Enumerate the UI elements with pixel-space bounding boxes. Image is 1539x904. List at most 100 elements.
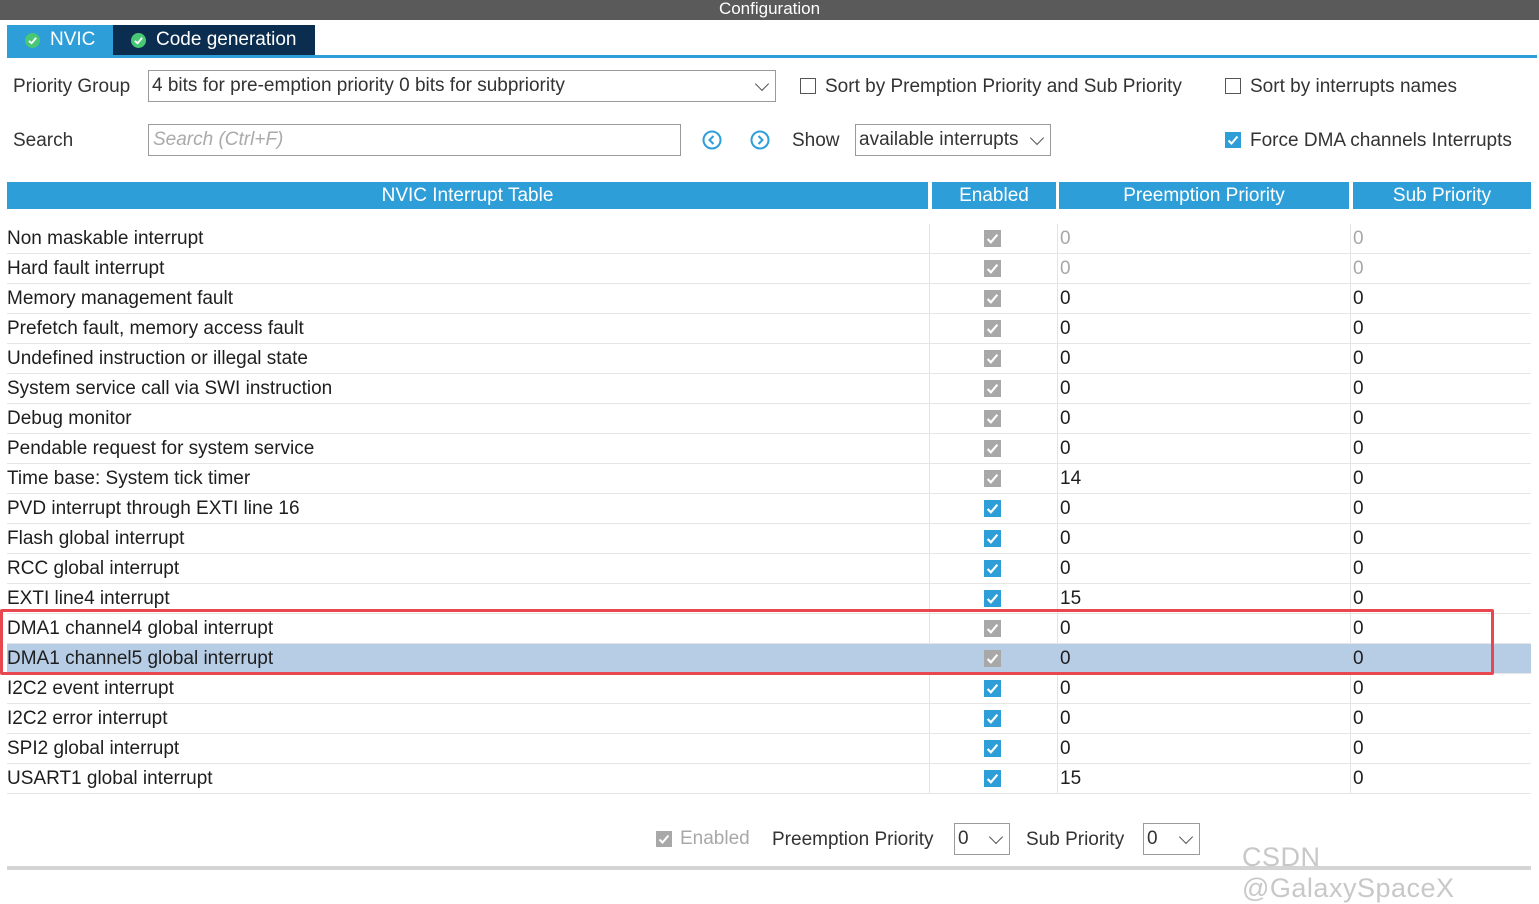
enabled-checkbox[interactable] [984,740,1001,757]
sub-priority-cell[interactable]: 0 [1353,648,1364,670]
enabled-checkbox[interactable] [984,500,1001,517]
sub-priority-cell[interactable]: 0 [1353,378,1364,400]
preemption-priority-cell[interactable]: 0 [1060,408,1071,430]
sub-priority-cell[interactable]: 0 [1353,288,1364,310]
tab-code-generation[interactable]: Code generation [113,25,315,55]
arrow-left-circle-icon[interactable] [702,130,722,150]
force-dma-checkbox[interactable] [1225,132,1241,148]
sub-priority-cell[interactable]: 0 [1353,318,1364,340]
footer-preemption-value: 0 [958,828,969,849]
table-row[interactable]: RCC global interrupt 0 0 [7,554,1531,584]
sub-priority-cell[interactable]: 0 [1353,768,1364,790]
search-input[interactable] [148,124,681,156]
interrupt-name: Memory management fault [7,288,233,309]
enabled-checkbox[interactable] [984,590,1001,607]
preemption-priority-cell[interactable]: 0 [1060,348,1071,370]
table-row[interactable]: Debug monitor 0 0 [7,404,1531,434]
checkmark-icon [986,714,999,724]
sub-priority-cell[interactable]: 0 [1353,678,1364,700]
table-row[interactable]: DMA1 channel4 global interrupt 0 0 [7,614,1531,644]
preemption-priority-cell[interactable]: 14 [1060,468,1081,490]
checkmark-icon [986,534,999,544]
chevron-down-icon [988,829,1004,845]
table-row[interactable]: Pendable request for system service 0 0 [7,434,1531,464]
table-row[interactable]: Flash global interrupt 0 0 [7,524,1531,554]
table-row[interactable]: Time base: System tick timer 14 0 [7,464,1531,494]
table-row[interactable]: PVD interrupt through EXTI line 16 0 0 [7,494,1531,524]
enabled-checkbox [984,350,1001,367]
footer-preemption-select[interactable]: 0 [954,823,1010,855]
table-row[interactable]: I2C2 error interrupt 0 0 [7,704,1531,734]
interrupt-name: I2C2 error interrupt [7,708,168,729]
preemption-priority-cell[interactable]: 0 [1060,318,1071,340]
preemption-priority-cell[interactable]: 15 [1060,588,1081,610]
priority-group-select[interactable]: 4 bits for pre-emption priority 0 bits f… [148,70,776,102]
interrupt-name: Debug monitor [7,408,132,429]
sub-priority-cell[interactable]: 0 [1353,708,1364,730]
sub-priority-cell[interactable]: 0 [1353,438,1364,460]
show-select[interactable]: available interrupts [855,124,1051,156]
preemption-priority-cell[interactable]: 0 [1060,678,1071,700]
sub-priority-cell[interactable]: 0 [1353,468,1364,490]
sort-names-checkbox[interactable] [1225,78,1241,94]
search-label: Search [13,130,74,151]
enabled-checkbox[interactable] [984,680,1001,697]
sub-priority-cell[interactable]: 0 [1353,588,1364,610]
footer-sub-select[interactable]: 0 [1143,823,1200,855]
checkmark-icon [986,414,999,424]
preemption-priority-cell[interactable]: 0 [1060,438,1071,460]
check-circle-icon [25,32,40,48]
table-row[interactable]: Prefetch fault, memory access fault 0 0 [7,314,1531,344]
table-row[interactable]: EXTI line4 interrupt 15 0 [7,584,1531,614]
header-preemption-priority[interactable]: Preemption Priority [1059,182,1349,209]
header-interrupt-table[interactable]: NVIC Interrupt Table [7,182,928,209]
sort-premption-checkbox[interactable] [800,78,816,94]
enabled-checkbox[interactable] [984,530,1001,547]
enabled-checkbox [984,230,1001,247]
enabled-checkbox[interactable] [984,560,1001,577]
sub-priority-cell[interactable]: 0 [1353,558,1364,580]
table-row[interactable]: Non maskable interrupt 0 0 [7,224,1531,254]
table-row[interactable]: Hard fault interrupt 0 0 [7,254,1531,284]
chevron-down-icon [1029,130,1045,146]
header-enabled[interactable]: Enabled [932,182,1056,209]
preemption-priority-cell[interactable]: 0 [1060,618,1071,640]
preemption-priority-cell[interactable]: 0 [1060,528,1071,550]
preemption-priority-cell[interactable]: 0 [1060,498,1071,520]
table-row[interactable]: SPI2 global interrupt 0 0 [7,734,1531,764]
table-row[interactable]: System service call via SWI instruction 0… [7,374,1531,404]
checkmark-icon [986,564,999,574]
tab-nvic[interactable]: NVIC [7,25,113,55]
sort-names-label: Sort by interrupts names [1250,76,1457,97]
preemption-priority-cell[interactable]: 15 [1060,768,1081,790]
arrow-right-circle-icon[interactable] [750,130,770,150]
checkmark-icon [986,384,999,394]
sub-priority-cell[interactable]: 0 [1353,498,1364,520]
enabled-checkbox[interactable] [984,770,1001,787]
preemption-priority-cell[interactable]: 0 [1060,378,1071,400]
interrupt-name: Undefined instruction or illegal state [7,348,309,369]
preemption-priority-cell[interactable]: 0 [1060,738,1071,760]
sub-priority-cell[interactable]: 0 [1353,528,1364,550]
table-row[interactable]: Undefined instruction or illegal state 0 0 [7,344,1531,374]
table-row[interactable]: I2C2 event interrupt 0 0 [7,674,1531,704]
enabled-checkbox[interactable] [984,710,1001,727]
checkmark-icon [986,744,999,754]
interrupt-name: Time base: System tick timer [7,468,251,489]
header-sub-priority[interactable]: Sub Priority [1353,182,1531,209]
sub-priority-cell[interactable]: 0 [1353,738,1364,760]
preemption-priority-cell: 0 [1060,228,1071,249]
preemption-priority-cell[interactable]: 0 [1060,558,1071,580]
checkmark-icon [986,624,999,634]
table-row[interactable]: Memory management fault 0 0 [7,284,1531,314]
table-row[interactable]: USART1 global interrupt 15 0 [7,764,1531,794]
preemption-priority-cell[interactable]: 0 [1060,708,1071,730]
checkmark-icon [658,834,670,844]
preemption-priority-cell[interactable]: 0 [1060,288,1071,310]
preemption-priority-cell[interactable]: 0 [1060,648,1071,670]
sub-priority-cell[interactable]: 0 [1353,348,1364,370]
sub-priority-cell[interactable]: 0 [1353,618,1364,640]
table-row[interactable]: DMA1 channel5 global interrupt 0 0 [7,644,1531,674]
force-dma-label: Force DMA channels Interrupts [1250,130,1512,151]
sub-priority-cell[interactable]: 0 [1353,408,1364,430]
